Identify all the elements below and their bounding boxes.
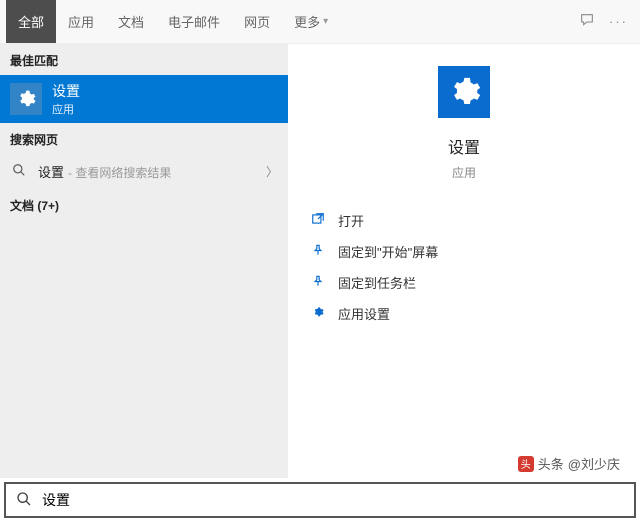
web-result-text: 设置 - 查看网络搜索结果 (38, 162, 256, 181)
app-icon (438, 66, 490, 118)
search-bar[interactable] (4, 482, 636, 518)
search-icon (16, 491, 32, 510)
main-area: 最佳匹配 设置 应用 搜索网页 设置 - 查看网络搜索结果 〉 文档 (7+) (0, 44, 640, 478)
action-app-settings-label: 应用设置 (338, 304, 390, 323)
open-icon (310, 212, 326, 229)
action-pin-start-label: 固定到"开始"屏幕 (338, 242, 438, 261)
tab-more[interactable]: 更多 ▾ (282, 0, 340, 43)
action-pin-start[interactable]: 固定到"开始"屏幕 (310, 236, 640, 267)
ellipsis-icon[interactable]: ··· (609, 14, 628, 29)
tabbar-right: ··· (579, 12, 640, 31)
feedback-icon[interactable] (579, 12, 595, 31)
chevron-down-icon: ▾ (323, 16, 328, 27)
pin-start-icon (310, 243, 326, 260)
action-open-label: 打开 (338, 211, 364, 230)
action-pin-taskbar-label: 固定到任务栏 (338, 273, 416, 292)
app-subtitle: 应用 (452, 164, 476, 181)
web-search-result[interactable]: 设置 - 查看网络搜索结果 〉 (0, 154, 288, 189)
action-pin-taskbar[interactable]: 固定到任务栏 (310, 267, 640, 298)
documents-header[interactable]: 文档 (7+) (0, 189, 288, 220)
results-pane: 最佳匹配 设置 应用 搜索网页 设置 - 查看网络搜索结果 〉 文档 (7+) (0, 44, 288, 478)
search-icon (10, 163, 28, 180)
app-settings-icon (310, 305, 326, 322)
action-list: 打开 固定到"开始"屏幕 固定到任务栏 应用设置 (288, 205, 640, 329)
chevron-right-icon: 〉 (266, 163, 278, 180)
tab-apps[interactable]: 应用 (56, 0, 106, 43)
pin-taskbar-icon (310, 274, 326, 291)
best-match-header: 最佳匹配 (0, 44, 288, 75)
best-match-item[interactable]: 设置 应用 (0, 75, 288, 123)
action-open[interactable]: 打开 (310, 205, 640, 236)
best-match-text: 设置 应用 (52, 81, 80, 117)
tab-documents[interactable]: 文档 (106, 0, 156, 43)
search-web-header: 搜索网页 (0, 123, 288, 154)
tab-all[interactable]: 全部 (6, 0, 56, 43)
app-title: 设置 (448, 134, 480, 158)
tab-emails[interactable]: 电子邮件 (156, 0, 232, 43)
web-result-hint: - 查看网络搜索结果 (68, 164, 171, 181)
tab-more-label: 更多 (294, 12, 320, 31)
settings-gear-icon (10, 83, 42, 115)
action-app-settings[interactable]: 应用设置 (310, 298, 640, 329)
top-tab-bar: 全部 应用 文档 电子邮件 网页 更多 ▾ ··· (0, 0, 640, 44)
detail-pane: 设置 应用 打开 固定到"开始"屏幕 固定到任务栏 (288, 44, 640, 478)
best-match-title: 设置 (52, 81, 80, 101)
web-result-query: 设置 (38, 162, 64, 181)
tab-web[interactable]: 网页 (232, 0, 282, 43)
search-input[interactable] (42, 492, 624, 508)
best-match-subtitle: 应用 (52, 101, 80, 117)
